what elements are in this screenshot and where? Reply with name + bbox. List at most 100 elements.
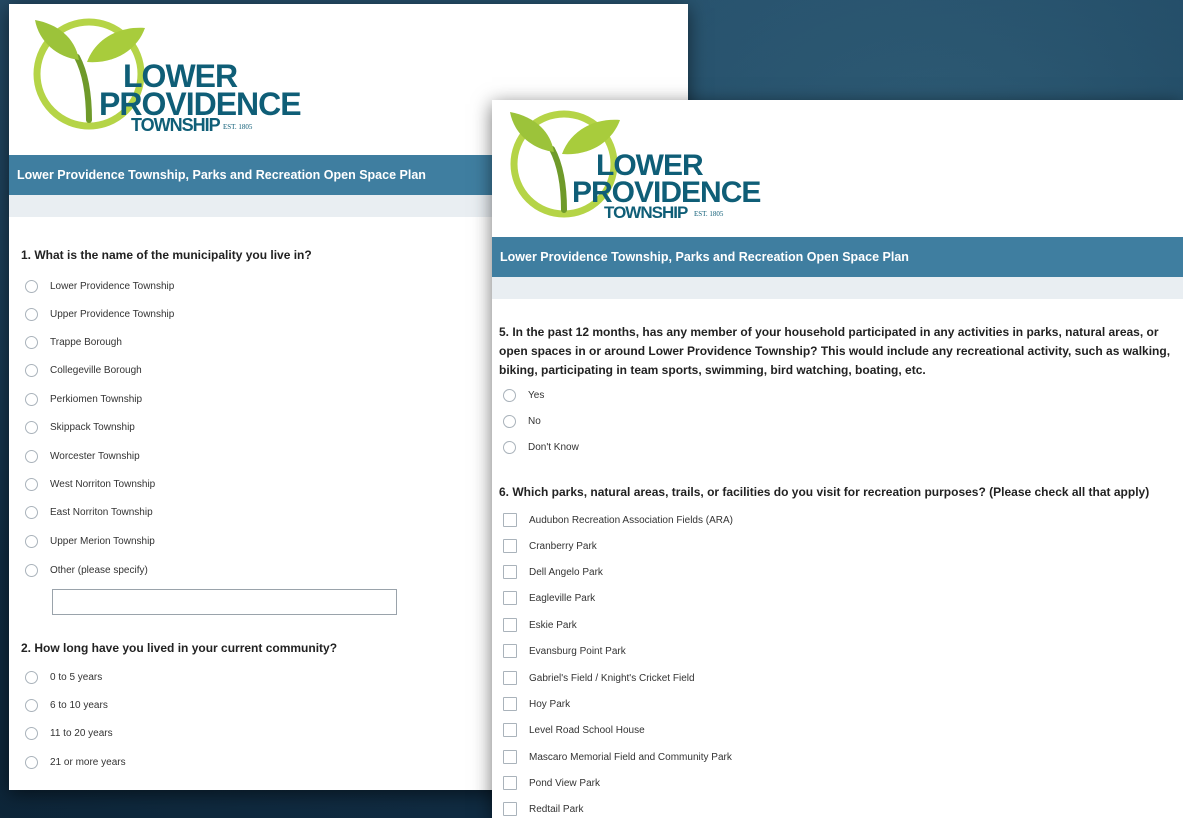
option-label: 11 to 20 years xyxy=(50,727,113,739)
q6-option[interactable]: Level Road School House xyxy=(503,720,645,740)
radio-button[interactable] xyxy=(25,670,38,684)
option-label: Trappe Borough xyxy=(50,336,122,348)
option-label: Upper Providence Township xyxy=(50,308,175,320)
option-label: No xyxy=(528,415,541,427)
q1-option[interactable]: East Norriton Township xyxy=(25,502,153,522)
q6-option[interactable]: Dell Angelo Park xyxy=(503,562,603,582)
radio-button[interactable] xyxy=(25,698,38,712)
radio-button[interactable] xyxy=(25,534,38,548)
checkbox[interactable] xyxy=(503,671,517,685)
q1-option[interactable]: Perkiomen Township xyxy=(25,389,142,409)
option-label: 6 to 10 years xyxy=(50,699,108,711)
option-label: Level Road School House xyxy=(529,724,645,736)
radio-button[interactable] xyxy=(25,392,38,406)
radio-button[interactable] xyxy=(503,388,516,402)
radio-button[interactable] xyxy=(503,414,516,428)
q1-option[interactable]: Other (please specify) xyxy=(25,560,148,580)
option-label: Perkiomen Township xyxy=(50,393,143,405)
q6-option[interactable]: Eskie Park xyxy=(503,615,577,635)
logo-line3: TOWNSHIP xyxy=(131,115,221,135)
checkbox[interactable] xyxy=(503,776,517,790)
q6-option[interactable]: Eagleville Park xyxy=(503,588,595,608)
q6-option[interactable]: Pond View Park xyxy=(503,773,600,793)
option-label: Mascaro Memorial Field and Community Par… xyxy=(529,751,732,763)
option-label: East Norriton Township xyxy=(50,506,153,518)
q6-option[interactable]: Hoy Park xyxy=(503,694,570,714)
option-label: Eskie Park xyxy=(529,619,577,631)
checkbox[interactable] xyxy=(503,618,517,632)
radio-button[interactable] xyxy=(25,307,38,321)
option-label: Hoy Park xyxy=(529,698,571,710)
radio-button[interactable] xyxy=(503,440,516,454)
q1-option[interactable]: West Norriton Township xyxy=(25,474,155,494)
question-1: 1. What is the name of the municipality … xyxy=(21,248,312,262)
radio-button[interactable] xyxy=(25,755,38,769)
option-label: Gabriel's Field / Knight's Cricket Field xyxy=(529,672,695,684)
checkbox[interactable] xyxy=(503,513,517,527)
option-label: Upper Merion Township xyxy=(50,535,155,547)
option-label: Lower Providence Township xyxy=(50,280,175,292)
q2-option[interactable]: 6 to 10 years xyxy=(25,695,108,715)
checkbox[interactable] xyxy=(503,697,517,711)
q5-option[interactable]: Don't Know xyxy=(503,437,579,457)
q5-option[interactable]: Yes xyxy=(503,385,544,405)
checkbox[interactable] xyxy=(503,750,517,764)
option-label: Pond View Park xyxy=(529,777,600,789)
q1-option[interactable]: Upper Merion Township xyxy=(25,531,155,551)
q6-option[interactable]: Audubon Recreation Association Fields (A… xyxy=(503,510,733,530)
survey-window-front: LOWER PROVIDENCE TOWNSHIP EST. 1805 Lowe… xyxy=(492,100,1183,818)
option-label: Worcester Township xyxy=(50,450,140,462)
q5-option[interactable]: No xyxy=(503,411,541,431)
checkbox[interactable] xyxy=(503,723,517,737)
logo-line3: TOWNSHIP xyxy=(604,203,688,222)
option-label: Don't Know xyxy=(528,441,579,453)
option-label: Audubon Recreation Association Fields (A… xyxy=(529,514,733,526)
radio-button[interactable] xyxy=(25,363,38,377)
q2-option[interactable]: 0 to 5 years xyxy=(25,667,102,687)
banner-subbar xyxy=(492,277,1183,299)
q2-option[interactable]: 11 to 20 years xyxy=(25,723,113,743)
radio-button[interactable] xyxy=(25,726,38,740)
option-label: Skippack Township xyxy=(50,421,135,433)
q1-option[interactable]: Lower Providence Township xyxy=(25,276,174,296)
logo-est: EST. 1805 xyxy=(223,123,253,131)
checkbox[interactable] xyxy=(503,539,517,553)
question-5-line2: open spaces in or around Lower Providenc… xyxy=(499,344,1171,358)
radio-button[interactable] xyxy=(25,477,38,491)
q2-option[interactable]: 21 or more years xyxy=(25,752,126,772)
option-label: Other (please specify) xyxy=(50,564,148,576)
radio-button[interactable] xyxy=(25,335,38,349)
q6-option[interactable]: Cranberry Park xyxy=(503,536,597,556)
q6-option[interactable]: Redtail Park xyxy=(503,799,583,818)
option-label: 0 to 5 years xyxy=(50,671,103,683)
other-specify-input[interactable] xyxy=(52,589,397,615)
checkbox[interactable] xyxy=(503,591,517,605)
q6-option[interactable]: Evansburg Point Park xyxy=(503,641,626,661)
question-5: 5. In the past 12 months, has any member… xyxy=(499,323,1179,380)
option-label: West Norriton Township xyxy=(50,478,156,490)
radio-button[interactable] xyxy=(25,505,38,519)
q1-option[interactable]: Collegeville Borough xyxy=(25,360,142,380)
checkbox[interactable] xyxy=(503,644,517,658)
option-label: Evansburg Point Park xyxy=(529,645,626,657)
checkbox[interactable] xyxy=(503,565,517,579)
q1-option[interactable]: Trappe Borough xyxy=(25,332,122,352)
option-label: Collegeville Borough xyxy=(50,364,142,376)
option-label: Cranberry Park xyxy=(529,540,597,552)
question-5-line3: biking, participating in team sports, sw… xyxy=(499,363,926,377)
q1-option[interactable]: Worcester Township xyxy=(25,446,140,466)
q6-option[interactable]: Gabriel's Field / Knight's Cricket Field xyxy=(503,668,695,688)
survey-banner: Lower Providence Township, Parks and Rec… xyxy=(492,237,1183,277)
q1-option[interactable]: Skippack Township xyxy=(25,417,135,437)
radio-button[interactable] xyxy=(25,449,38,463)
option-label: Redtail Park xyxy=(529,803,584,815)
township-logo: LOWER PROVIDENCE TOWNSHIP EST. 1805 xyxy=(27,12,302,135)
option-label: Dell Angelo Park xyxy=(529,566,603,578)
option-label: Yes xyxy=(528,389,545,401)
radio-button[interactable] xyxy=(25,420,38,434)
checkbox[interactable] xyxy=(503,802,517,816)
q6-option[interactable]: Mascaro Memorial Field and Community Par… xyxy=(503,747,732,767)
q1-option[interactable]: Upper Providence Township xyxy=(25,304,174,324)
radio-button[interactable] xyxy=(25,563,38,577)
radio-button[interactable] xyxy=(25,279,38,293)
